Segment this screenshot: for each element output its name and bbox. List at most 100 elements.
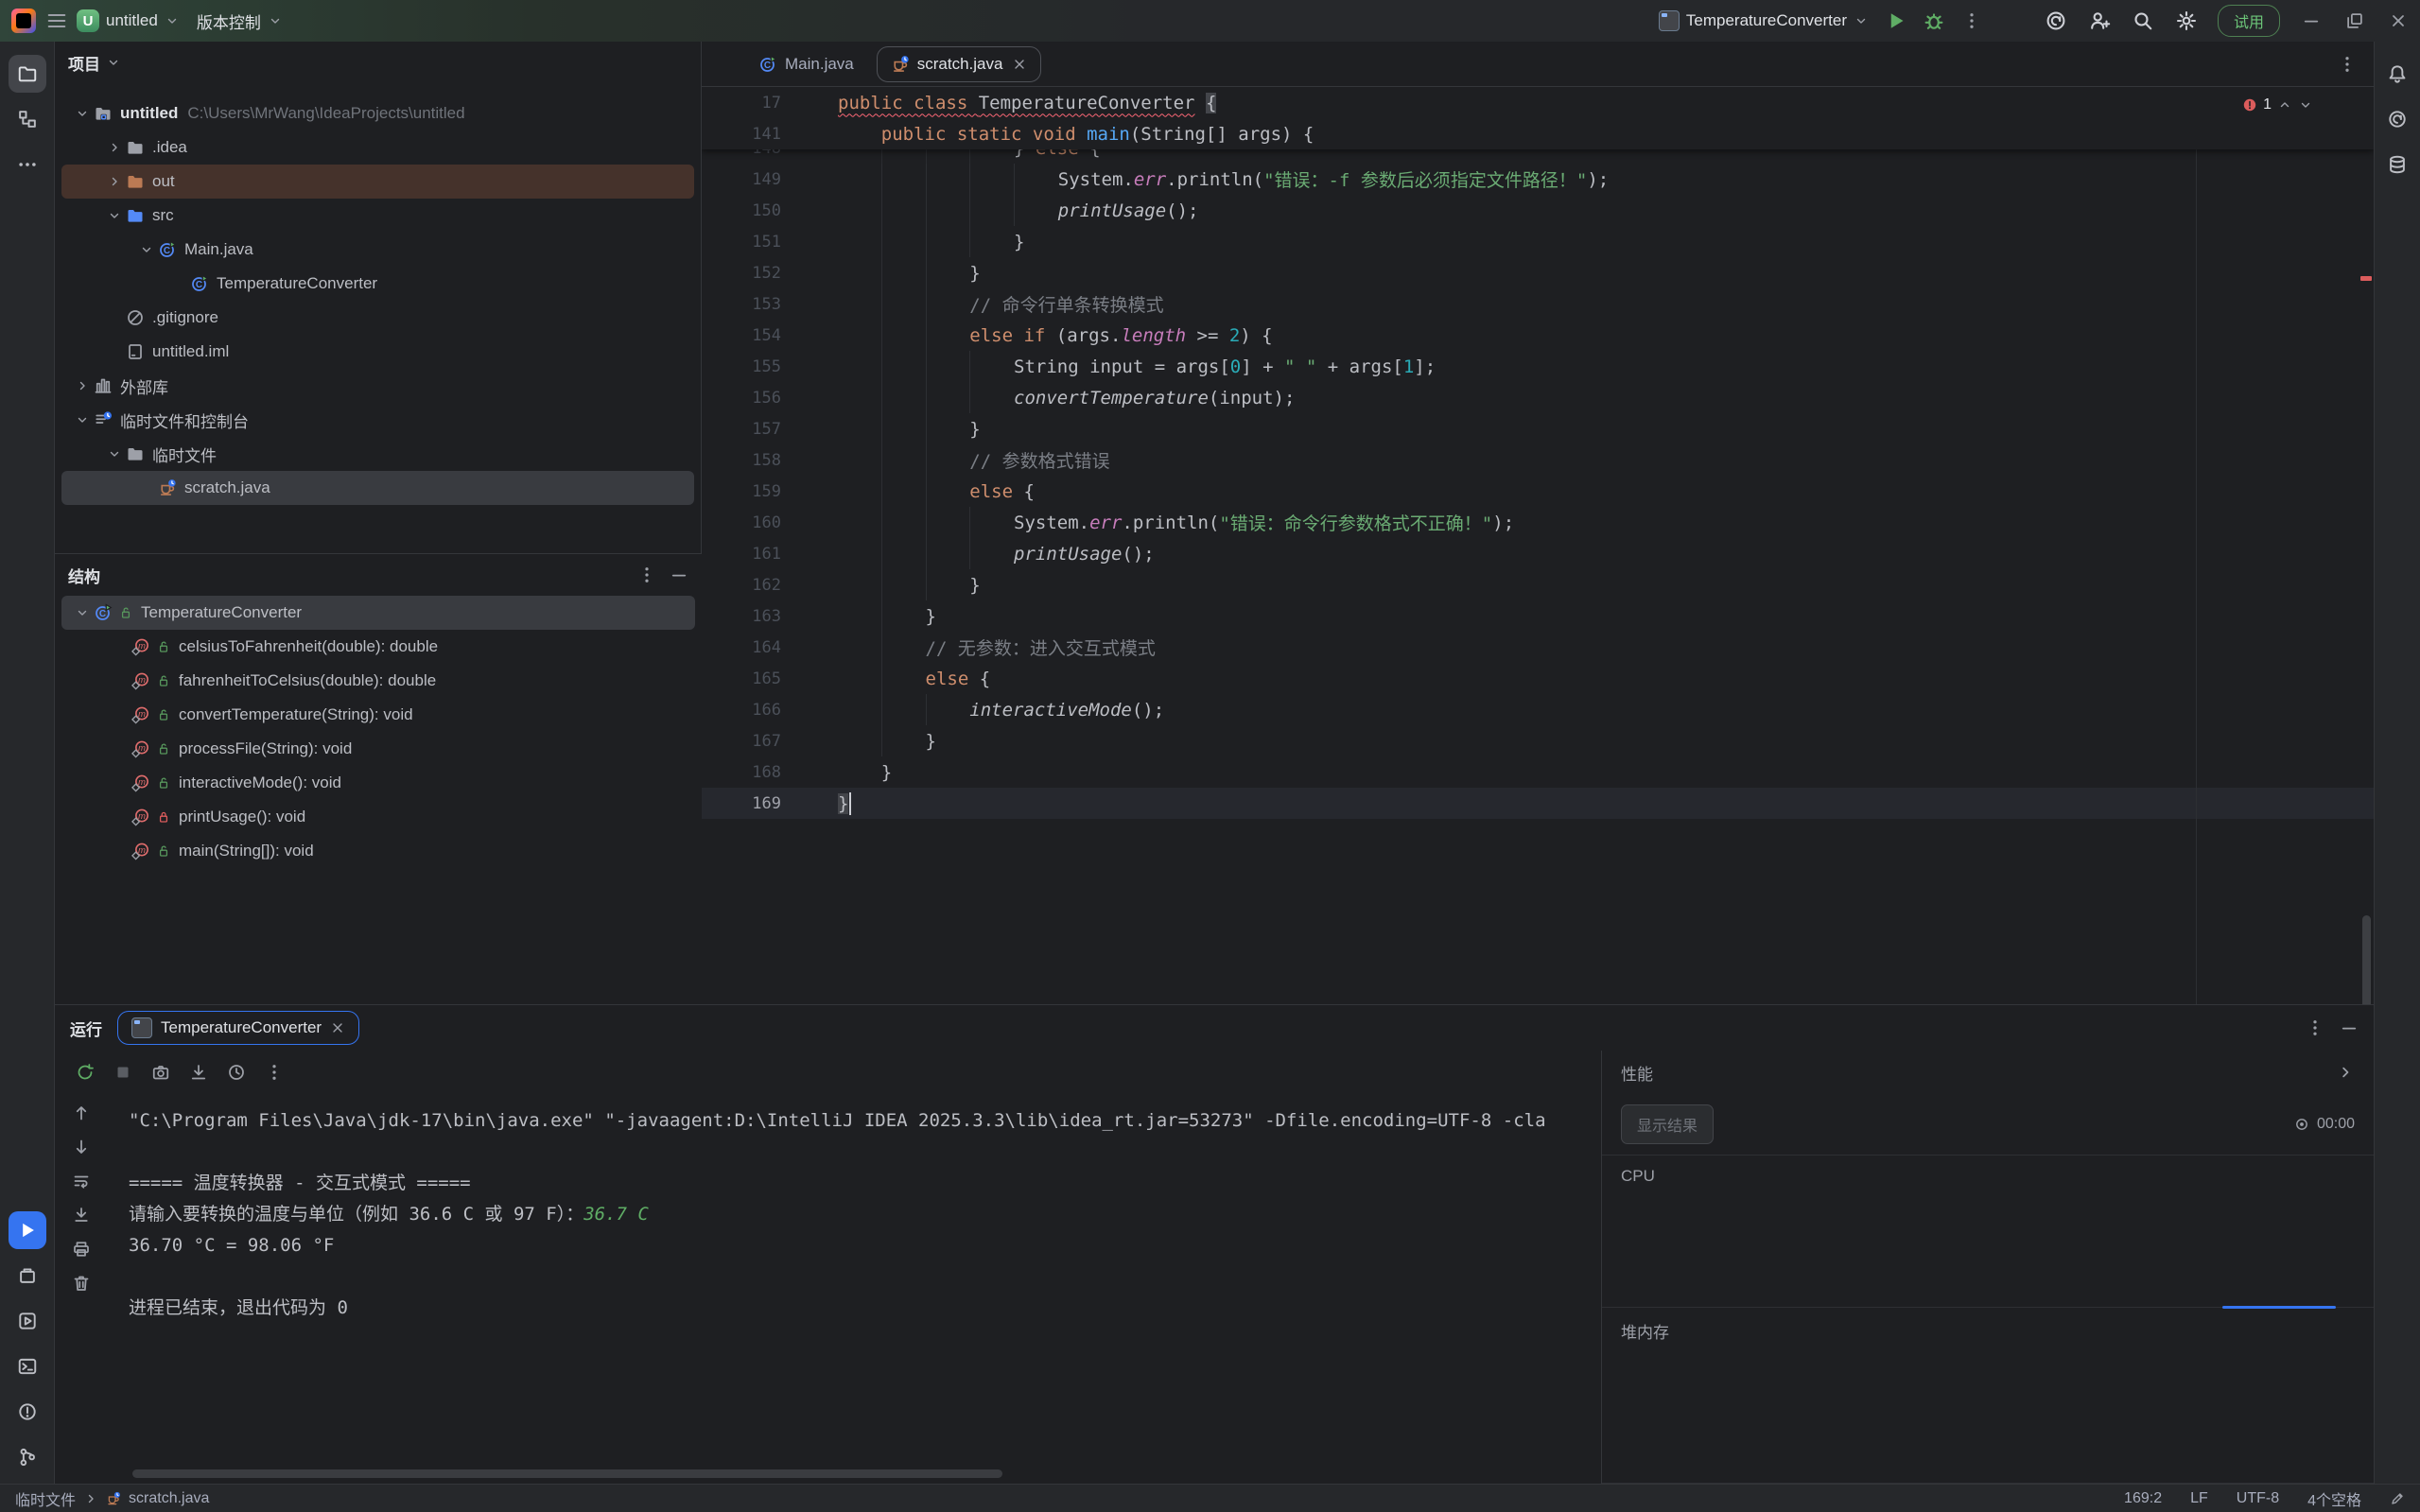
tree-item--[interactable]: 临时文件和控制台 [61, 403, 694, 437]
history-icon[interactable] [227, 1063, 246, 1082]
editor-tab-main-java[interactable]: CMain.java [745, 47, 867, 81]
console-output[interactable]: "C:\Program Files\Java\jdk-17\bin\java.e… [108, 1094, 1601, 1484]
tree-item-scratch.java[interactable]: scratch.java [61, 471, 694, 505]
scratches-icon [94, 410, 113, 429]
structure-item[interactable]: mcelsiusToFahrenheit(double): double [61, 630, 695, 664]
run-tab[interactable]: TemperatureConverter [117, 1011, 359, 1045]
close-icon[interactable] [330, 1020, 345, 1035]
tab-options-icon[interactable] [2338, 55, 2357, 74]
window-restore-button[interactable] [2333, 0, 2376, 42]
hide-panel-icon[interactable] [2340, 1018, 2359, 1037]
tree-item-temperatureconverter[interactable]: CTemperatureConverter [61, 267, 694, 301]
tool-rail-project-icon[interactable] [9, 55, 46, 93]
tool-rail-structure-icon[interactable] [9, 100, 46, 138]
structure-item[interactable]: mmain(String[]): void [61, 834, 695, 868]
structure-item[interactable]: mprocessFile(String): void [61, 732, 695, 766]
inspections-widget[interactable]: 1 [2242, 96, 2313, 113]
console-horizontal-scrollbar[interactable] [132, 1469, 1002, 1478]
write-access-icon[interactable] [2390, 1491, 2405, 1506]
rerun-icon[interactable] [76, 1063, 95, 1082]
tool-rail-services-icon[interactable] [9, 1302, 46, 1340]
editor-tab-scratch-java[interactable]: scratch.java [877, 46, 1042, 82]
next-occurrence-icon[interactable] [72, 1138, 91, 1156]
code-token: { [1206, 93, 1216, 113]
code-with-me-icon[interactable] [2088, 9, 2111, 32]
indent-setting[interactable]: 4个空格 [2307, 1487, 2361, 1510]
scroll-to-end-icon[interactable] [72, 1206, 91, 1225]
tool-rail-notifications-icon[interactable] [2378, 55, 2416, 93]
chevron-down-icon[interactable] [75, 412, 90, 427]
trial-badge[interactable]: 试用 [2218, 5, 2280, 37]
chevron-up-icon[interactable] [2277, 97, 2292, 113]
structure-item[interactable]: mconvertTemperature(String): void [61, 698, 695, 732]
caret-position[interactable]: 169:2 [2124, 1490, 2162, 1507]
run-config-selector[interactable]: TemperatureConverter [1650, 5, 1877, 37]
restore-layout-icon[interactable] [189, 1063, 208, 1082]
vcs-widget[interactable]: 版本控制 [188, 4, 291, 39]
chevron-right-icon[interactable] [107, 140, 122, 155]
chevron-down-icon[interactable] [107, 208, 122, 223]
tool-rail-version-control-icon[interactable] [9, 1438, 46, 1476]
chevron-down-icon[interactable] [75, 605, 90, 620]
tool-rail-database-icon[interactable] [2378, 146, 2416, 183]
clear-all-icon[interactable] [72, 1274, 91, 1293]
breadcrumb-file[interactable]: scratch.java [129, 1490, 209, 1507]
hide-panel-icon[interactable] [670, 565, 688, 584]
chevron-right-icon[interactable] [75, 378, 90, 393]
code-viewport[interactable]: 17public class TemperatureConverter {141… [702, 87, 2374, 1004]
structure-item[interactable]: mfahrenheitToCelsius(double): double [61, 664, 695, 698]
tree-item-untitled.iml[interactable]: untitled.iml [61, 335, 694, 369]
soft-wrap-icon[interactable] [72, 1172, 91, 1190]
breadcrumb-root[interactable]: 临时文件 [15, 1487, 76, 1510]
error-stripe-mark[interactable] [2360, 276, 2372, 281]
settings-gear-icon[interactable] [2175, 9, 2198, 32]
tree-item-label: 外部库 [120, 374, 168, 398]
thread-dump-icon[interactable] [151, 1063, 170, 1082]
tool-rail-build-icon[interactable] [9, 1257, 46, 1295]
tree-item-main.java[interactable]: CMain.java [61, 233, 694, 267]
window-minimize-button[interactable] [2289, 0, 2333, 42]
more-icon[interactable] [265, 1063, 284, 1082]
more-actions-icon[interactable] [1962, 11, 1981, 30]
debug-button[interactable] [1923, 9, 1945, 32]
structure-item[interactable]: mprintUsage(): void [61, 800, 695, 834]
tool-rail-problems-icon[interactable] [9, 1393, 46, 1431]
chevron-down-icon[interactable] [107, 446, 122, 461]
tree-item--[interactable]: 外部库 [61, 369, 694, 403]
main-menu-icon[interactable] [45, 9, 68, 32]
tree-item-.idea[interactable]: .idea [61, 130, 694, 165]
chevron-right-icon[interactable] [107, 174, 122, 189]
more-options-icon[interactable] [2306, 1018, 2324, 1037]
editor-vertical-scrollbar[interactable] [2362, 915, 2371, 1004]
tool-rail-run-icon[interactable] [9, 1211, 46, 1249]
run-button[interactable] [1885, 9, 1907, 32]
chevron-down-icon[interactable] [139, 242, 154, 257]
ai-assistant-icon[interactable] [2045, 9, 2067, 32]
tool-rail-terminal-icon[interactable] [9, 1347, 46, 1385]
structure-item[interactable]: minteractiveMode(): void [61, 766, 695, 800]
prev-occurrence-icon[interactable] [72, 1104, 91, 1122]
file-encoding[interactable]: UTF-8 [2237, 1490, 2279, 1507]
tool-rail-more-tools-icon[interactable] [9, 146, 46, 183]
tree-item-.gitignore[interactable]: .gitignore [61, 301, 694, 335]
tree-item-untitled[interactable]: untitledC:\Users\MrWang\IdeaProjects\unt… [61, 96, 694, 130]
search-everywhere-icon[interactable] [2132, 9, 2154, 32]
close-icon[interactable] [1012, 57, 1027, 72]
tree-item--[interactable]: 临时文件 [61, 437, 694, 471]
chevron-down-icon[interactable] [106, 55, 121, 70]
stop-icon[interactable] [113, 1063, 132, 1082]
chevron-down-icon[interactable] [75, 106, 90, 121]
tool-rail-ai-assistant-icon[interactable] [2378, 100, 2416, 138]
window-close-button[interactable] [2376, 0, 2420, 42]
tree-item-label: untitled [120, 104, 178, 123]
tree-item-out[interactable]: out [61, 165, 694, 199]
print-icon[interactable] [72, 1240, 91, 1259]
chevron-down-icon[interactable] [2298, 97, 2313, 113]
show-results-button[interactable]: 显示结果 [1621, 1104, 1714, 1144]
structure-item[interactable]: CTemperatureConverter [61, 596, 695, 630]
tree-item-src[interactable]: src [61, 199, 694, 233]
project-widget[interactable]: U untitled [68, 4, 188, 38]
more-options-icon[interactable] [637, 565, 656, 584]
chevron-right-icon[interactable] [2336, 1063, 2355, 1082]
line-ending[interactable]: LF [2190, 1490, 2208, 1507]
